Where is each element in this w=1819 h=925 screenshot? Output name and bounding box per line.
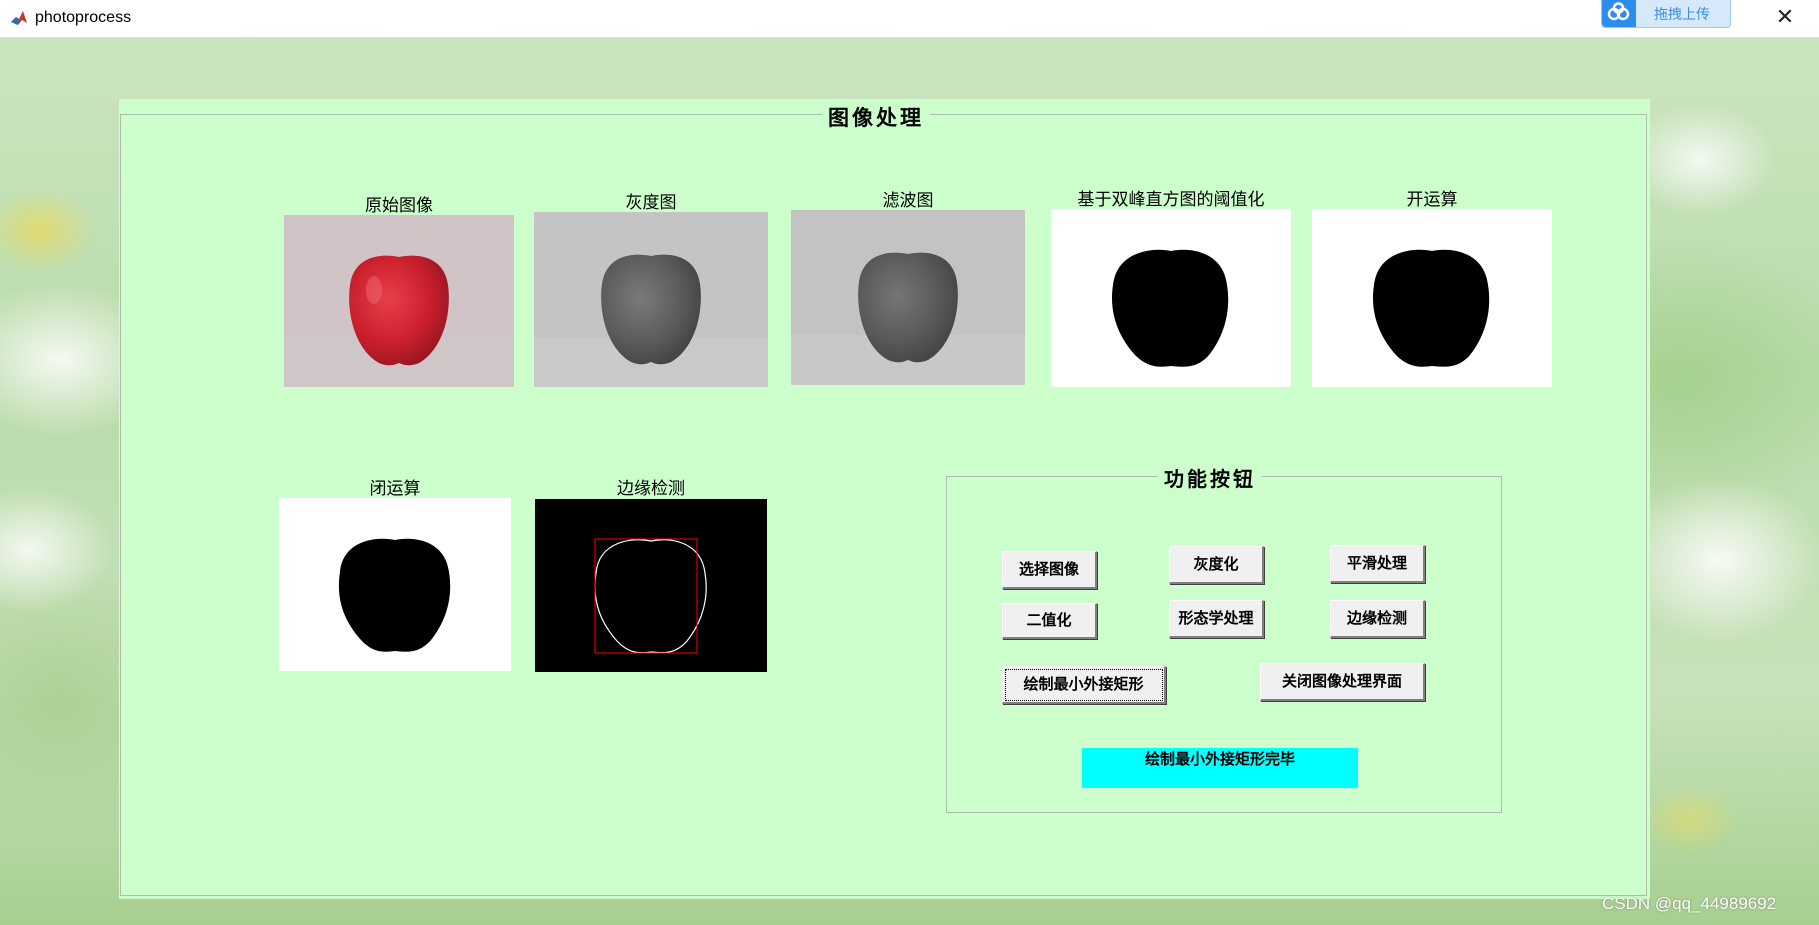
- cloud-icon: [1602, 0, 1636, 27]
- function-buttons-panel: 功能按钮 选择图像 灰度化 平滑处理 二值化 形态学处理 边缘检测 绘制最小外接…: [946, 463, 1502, 813]
- opening-image-label: 开运算: [1406, 190, 1458, 210]
- threshold-image: [1051, 209, 1291, 387]
- edge-image: [535, 499, 767, 672]
- smooth-button[interactable]: 平滑处理: [1330, 545, 1425, 583]
- title-bar: photoprocess 拖拽上传 ✕: [0, 0, 1819, 38]
- select-image-button[interactable]: 选择图像: [1002, 551, 1097, 589]
- upload-label: 拖拽上传: [1654, 7, 1710, 23]
- draw-min-rect-button[interactable]: 绘制最小外接矩形: [1002, 666, 1166, 704]
- grayscale-image: [534, 212, 768, 387]
- grayscale-image-label: 灰度图: [625, 193, 677, 213]
- watermark: CSDN @qq_44989692: [1602, 894, 1777, 913]
- function-panel-title: 功能按钮: [1158, 463, 1262, 492]
- opening-image: [1312, 209, 1552, 387]
- grayscale-button[interactable]: 灰度化: [1169, 546, 1264, 584]
- edge-image-label: 边缘检测: [617, 479, 685, 499]
- app-window: photoprocess 拖拽上传 ✕ 图像处理 原始图像 灰度图 滤波图 基于…: [0, 0, 1819, 925]
- original-image: [284, 215, 514, 387]
- edge-detect-button[interactable]: 边缘检测: [1330, 600, 1425, 638]
- panel-title: 图像处理: [822, 102, 930, 132]
- drag-upload-button[interactable]: 拖拽上传: [1601, 0, 1731, 28]
- original-image-label: 原始图像: [365, 196, 433, 216]
- status-text: 绘制最小外接矩形完毕: [1082, 748, 1358, 788]
- close-window-icon[interactable]: ✕: [1773, 6, 1797, 30]
- binarize-button[interactable]: 二值化: [1002, 603, 1097, 639]
- closing-image-label: 闭运算: [369, 479, 421, 499]
- threshold-image-label: 基于双峰直方图的阈值化: [1077, 190, 1265, 210]
- window-title: photoprocess: [35, 9, 132, 26]
- close-interface-button[interactable]: 关闭图像处理界面: [1260, 663, 1425, 701]
- matlab-icon: [10, 9, 28, 27]
- morphology-button[interactable]: 形态学处理: [1169, 600, 1264, 638]
- filtered-image: [791, 210, 1025, 385]
- image-processing-panel: 图像处理 原始图像 灰度图 滤波图 基于双峰直方图的阈值化 开运算 闭运算 边缘…: [119, 99, 1650, 899]
- closing-image: [279, 498, 511, 671]
- filtered-image-label: 滤波图: [882, 191, 934, 211]
